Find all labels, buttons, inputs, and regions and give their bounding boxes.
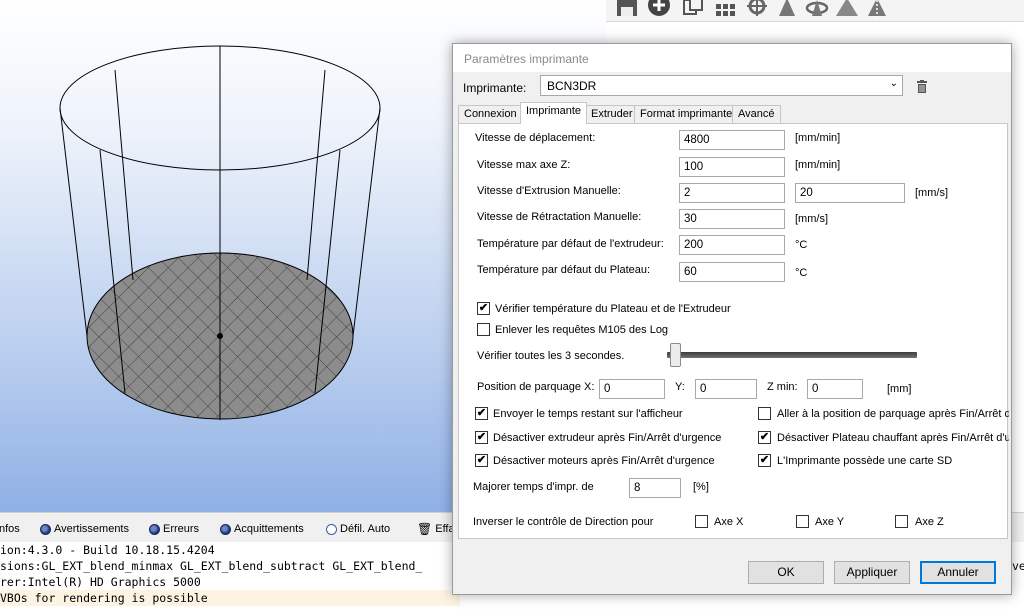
- invert-x-label: Axe X: [714, 516, 744, 528]
- disable-bed-checkbox[interactable]: [758, 431, 771, 444]
- log-line-clipped: ve: [1012, 559, 1024, 573]
- check-interval-slider[interactable]: [667, 352, 917, 358]
- invert-z-checkbox[interactable]: [895, 515, 908, 528]
- cone-icon[interactable]: [774, 0, 800, 18]
- manual-retraction-input[interactable]: 30: [679, 209, 785, 229]
- sd-card-label: L'Imprimante possède une carte SD: [777, 455, 953, 467]
- invert-y-checkbox[interactable]: [796, 515, 809, 528]
- tab-connexion[interactable]: Connexion: [458, 105, 523, 123]
- park-x-label: Position de parquage X:: [477, 381, 595, 393]
- log-filter-warnings[interactable]: Avertissements: [40, 522, 129, 536]
- disable-bed-label: Désactiver Plateau chauffant après Fin/A…: [777, 432, 1009, 444]
- grid-arrange-icon[interactable]: [712, 0, 738, 18]
- goto-park-label: Aller à la position de parquage après Fi…: [777, 408, 1009, 420]
- manual-extrusion-input[interactable]: 2: [679, 183, 785, 203]
- sd-card-checkbox[interactable]: [758, 454, 771, 467]
- z-speed-unit: [mm/min]: [795, 159, 841, 171]
- park-zmin-input[interactable]: 0: [807, 379, 863, 399]
- tab-extruder[interactable]: Extruder: [585, 105, 639, 123]
- radio-checked-icon: [40, 523, 51, 535]
- trash-icon: 🗑: [417, 522, 433, 536]
- mirror-icon[interactable]: [864, 0, 890, 18]
- log-filter-errors[interactable]: Erreurs: [149, 522, 199, 536]
- log-line: VBOs for rendering is possible: [0, 590, 460, 606]
- printer-select[interactable]: BCN3DR ⌄: [540, 75, 903, 96]
- extruder-temp-input[interactable]: 200: [679, 235, 785, 255]
- radio-unchecked-icon: [326, 523, 337, 535]
- extruder-temp-unit: °C: [795, 239, 808, 251]
- ok-button[interactable]: OK: [748, 561, 824, 584]
- goto-park-checkbox[interactable]: [758, 407, 771, 420]
- remove-m105-checkbox[interactable]: [477, 323, 490, 336]
- park-y-label: Y:: [675, 381, 685, 393]
- slider-thumb[interactable]: [670, 343, 681, 367]
- check-interval-label: Vérifier toutes les 3 secondes.: [477, 350, 625, 362]
- print-time-label: Majorer temps d'impr. de: [473, 481, 594, 493]
- log-line: rer:Intel(R) HD Graphics 5000: [0, 575, 201, 589]
- tab-avance[interactable]: Avancé: [732, 105, 781, 123]
- manual-extrusion-max-input[interactable]: 20: [795, 183, 905, 203]
- apply-button[interactable]: Appliquer: [834, 561, 910, 584]
- add-icon[interactable]: [646, 0, 672, 18]
- manual-extrusion-unit: [mm/s]: [915, 187, 948, 199]
- extruder-temp-label: Température par défaut de l'extrudeur:: [477, 238, 664, 250]
- log-filter-acks[interactable]: Acquittements: [220, 522, 304, 536]
- travel-speed-unit: [mm/min]: [795, 132, 841, 144]
- check-temp-checkbox[interactable]: [477, 302, 490, 315]
- park-y-input[interactable]: 0: [695, 379, 757, 399]
- z-speed-input[interactable]: 100: [679, 157, 785, 177]
- bed-temp-input[interactable]: 60: [679, 262, 785, 282]
- tab-panel-imprimante: Vitesse de déplacement: 4800 [mm/min] Vi…: [458, 123, 1009, 539]
- cancel-button[interactable]: Annuler: [920, 561, 996, 584]
- log-filter-infos[interactable]: nfos: [0, 522, 20, 536]
- printer-settings-dialog: Paramètres imprimante Imprimante: BCN3DR…: [452, 43, 1012, 595]
- disable-extruder-checkbox[interactable]: [475, 431, 488, 444]
- print-time-unit: [%]: [693, 481, 709, 493]
- scale-icon[interactable]: [834, 0, 860, 18]
- delete-printer-icon[interactable]: [916, 80, 928, 93]
- printer-label: Imprimante:: [463, 81, 527, 95]
- radio-checked-icon: [220, 523, 231, 535]
- tab-imprimante[interactable]: Imprimante: [520, 102, 588, 124]
- invert-y-label: Axe Y: [815, 516, 845, 528]
- z-speed-label: Vitesse max axe Z:: [477, 159, 571, 171]
- save-icon[interactable]: [614, 0, 640, 18]
- bed-temp-unit: °C: [795, 267, 808, 279]
- remove-m105-label: Enlever les requêtes M105 des Log: [495, 324, 669, 336]
- copy-icon[interactable]: [680, 0, 706, 18]
- send-time-label: Envoyer le temps restant sur l'afficheur: [493, 408, 683, 420]
- check-temp-label: Vérifier température du Plateau et de l'…: [495, 303, 731, 315]
- disable-extruder-label: Désactiver extrudeur après Fin/Arrêt d'u…: [493, 432, 722, 444]
- invert-z-label: Axe Z: [915, 516, 944, 528]
- chevron-down-icon: ⌄: [889, 78, 898, 89]
- log-autoscroll[interactable]: Défil. Auto: [326, 522, 390, 536]
- travel-speed-label: Vitesse de déplacement:: [475, 132, 596, 144]
- dialog-title: Paramètres imprimante: [453, 44, 1011, 72]
- bed-temp-label: Température par défaut du Plateau:: [477, 264, 651, 276]
- manual-retraction-label: Vitesse de Rétractation Manuelle:: [477, 211, 642, 223]
- tab-format-imprimante[interactable]: Format imprimante: [634, 105, 739, 123]
- manual-retraction-unit: [mm/s]: [795, 213, 828, 225]
- main-toolbar: [606, 0, 1024, 22]
- invert-label: Inverser le contrôle de Direction pour: [473, 516, 654, 528]
- log-line: ion:4.3.0 - Build 10.18.15.4204: [0, 543, 215, 557]
- print-time-input[interactable]: 8: [629, 478, 681, 498]
- disable-motors-checkbox[interactable]: [475, 454, 488, 467]
- center-object-icon[interactable]: [744, 0, 770, 18]
- log-line: sions:GL_EXT_blend_minmax GL_EXT_blend_s…: [0, 559, 423, 573]
- rotate-icon[interactable]: [804, 0, 830, 18]
- park-x-input[interactable]: 0: [599, 379, 665, 399]
- send-time-checkbox[interactable]: [475, 407, 488, 420]
- park-unit: [mm]: [887, 383, 912, 395]
- disable-motors-label: Désactiver moteurs après Fin/Arrêt d'urg…: [493, 455, 715, 467]
- park-zmin-label: Z min:: [767, 381, 798, 393]
- radio-checked-icon: [149, 523, 160, 535]
- travel-speed-input[interactable]: 4800: [679, 130, 785, 150]
- invert-x-checkbox[interactable]: [695, 515, 708, 528]
- manual-extrusion-label: Vitesse d'Extrusion Manuelle:: [477, 185, 621, 197]
